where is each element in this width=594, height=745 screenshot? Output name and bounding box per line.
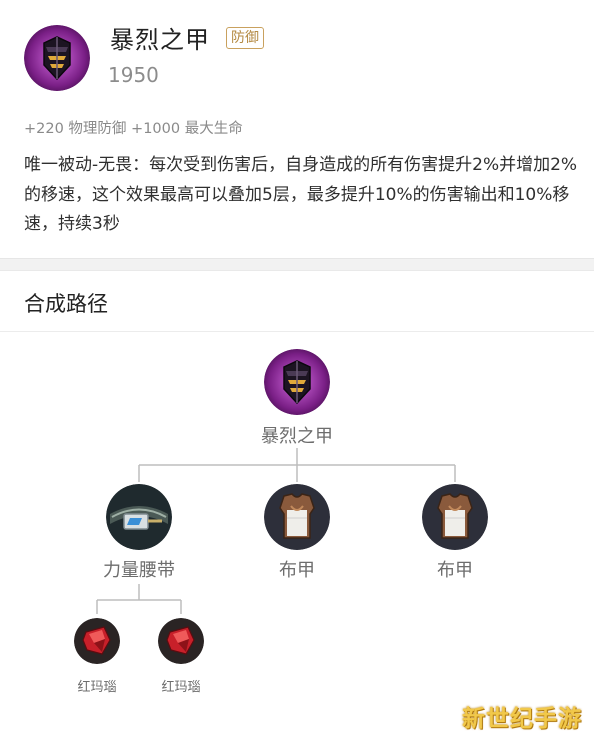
synthesis-root-label: 暴烈之甲 bbox=[261, 426, 333, 447]
synthesis-grandchild-label-1: 红玛瑙 bbox=[77, 680, 117, 695]
synthesis-child-label-armor-1: 布甲 bbox=[279, 560, 315, 581]
belt-icon[interactable] bbox=[106, 484, 172, 550]
synthesis-grandchild-label-2: 红玛瑙 bbox=[161, 680, 201, 695]
synthesis-child-label-belt: 力量腰带 bbox=[103, 560, 175, 581]
section-separator bbox=[0, 258, 594, 271]
red-gem-icon[interactable] bbox=[158, 618, 204, 664]
red-gem-icon[interactable] bbox=[74, 618, 120, 664]
cloth-armor-icon[interactable] bbox=[422, 484, 488, 550]
section-title-divider bbox=[0, 331, 594, 332]
item-stats: +220 物理防御 +1000 最大生命 bbox=[24, 121, 243, 137]
synthesis-section-title: 合成路径 bbox=[24, 292, 108, 316]
item-name: 暴烈之甲 bbox=[110, 26, 210, 54]
item-price: 1950 bbox=[108, 63, 159, 87]
dark-armor-icon bbox=[24, 25, 90, 91]
item-detail-card: 暴烈之甲 防御 1950 +220 物理防御 +1000 最大生命 唯一被动-无… bbox=[0, 0, 594, 258]
site-watermark: 新世纪手游 bbox=[462, 706, 582, 732]
synthesis-root-icon[interactable] bbox=[264, 349, 330, 415]
item-category-tag: 防御 bbox=[226, 27, 264, 49]
cloth-armor-icon[interactable] bbox=[264, 484, 330, 550]
synthesis-child-label-armor-2: 布甲 bbox=[437, 560, 473, 581]
item-description: 唯一被动-无畏：每次受到伤害后，自身造成的所有伤害提升2%并增加2%的移速，这个… bbox=[24, 155, 578, 234]
